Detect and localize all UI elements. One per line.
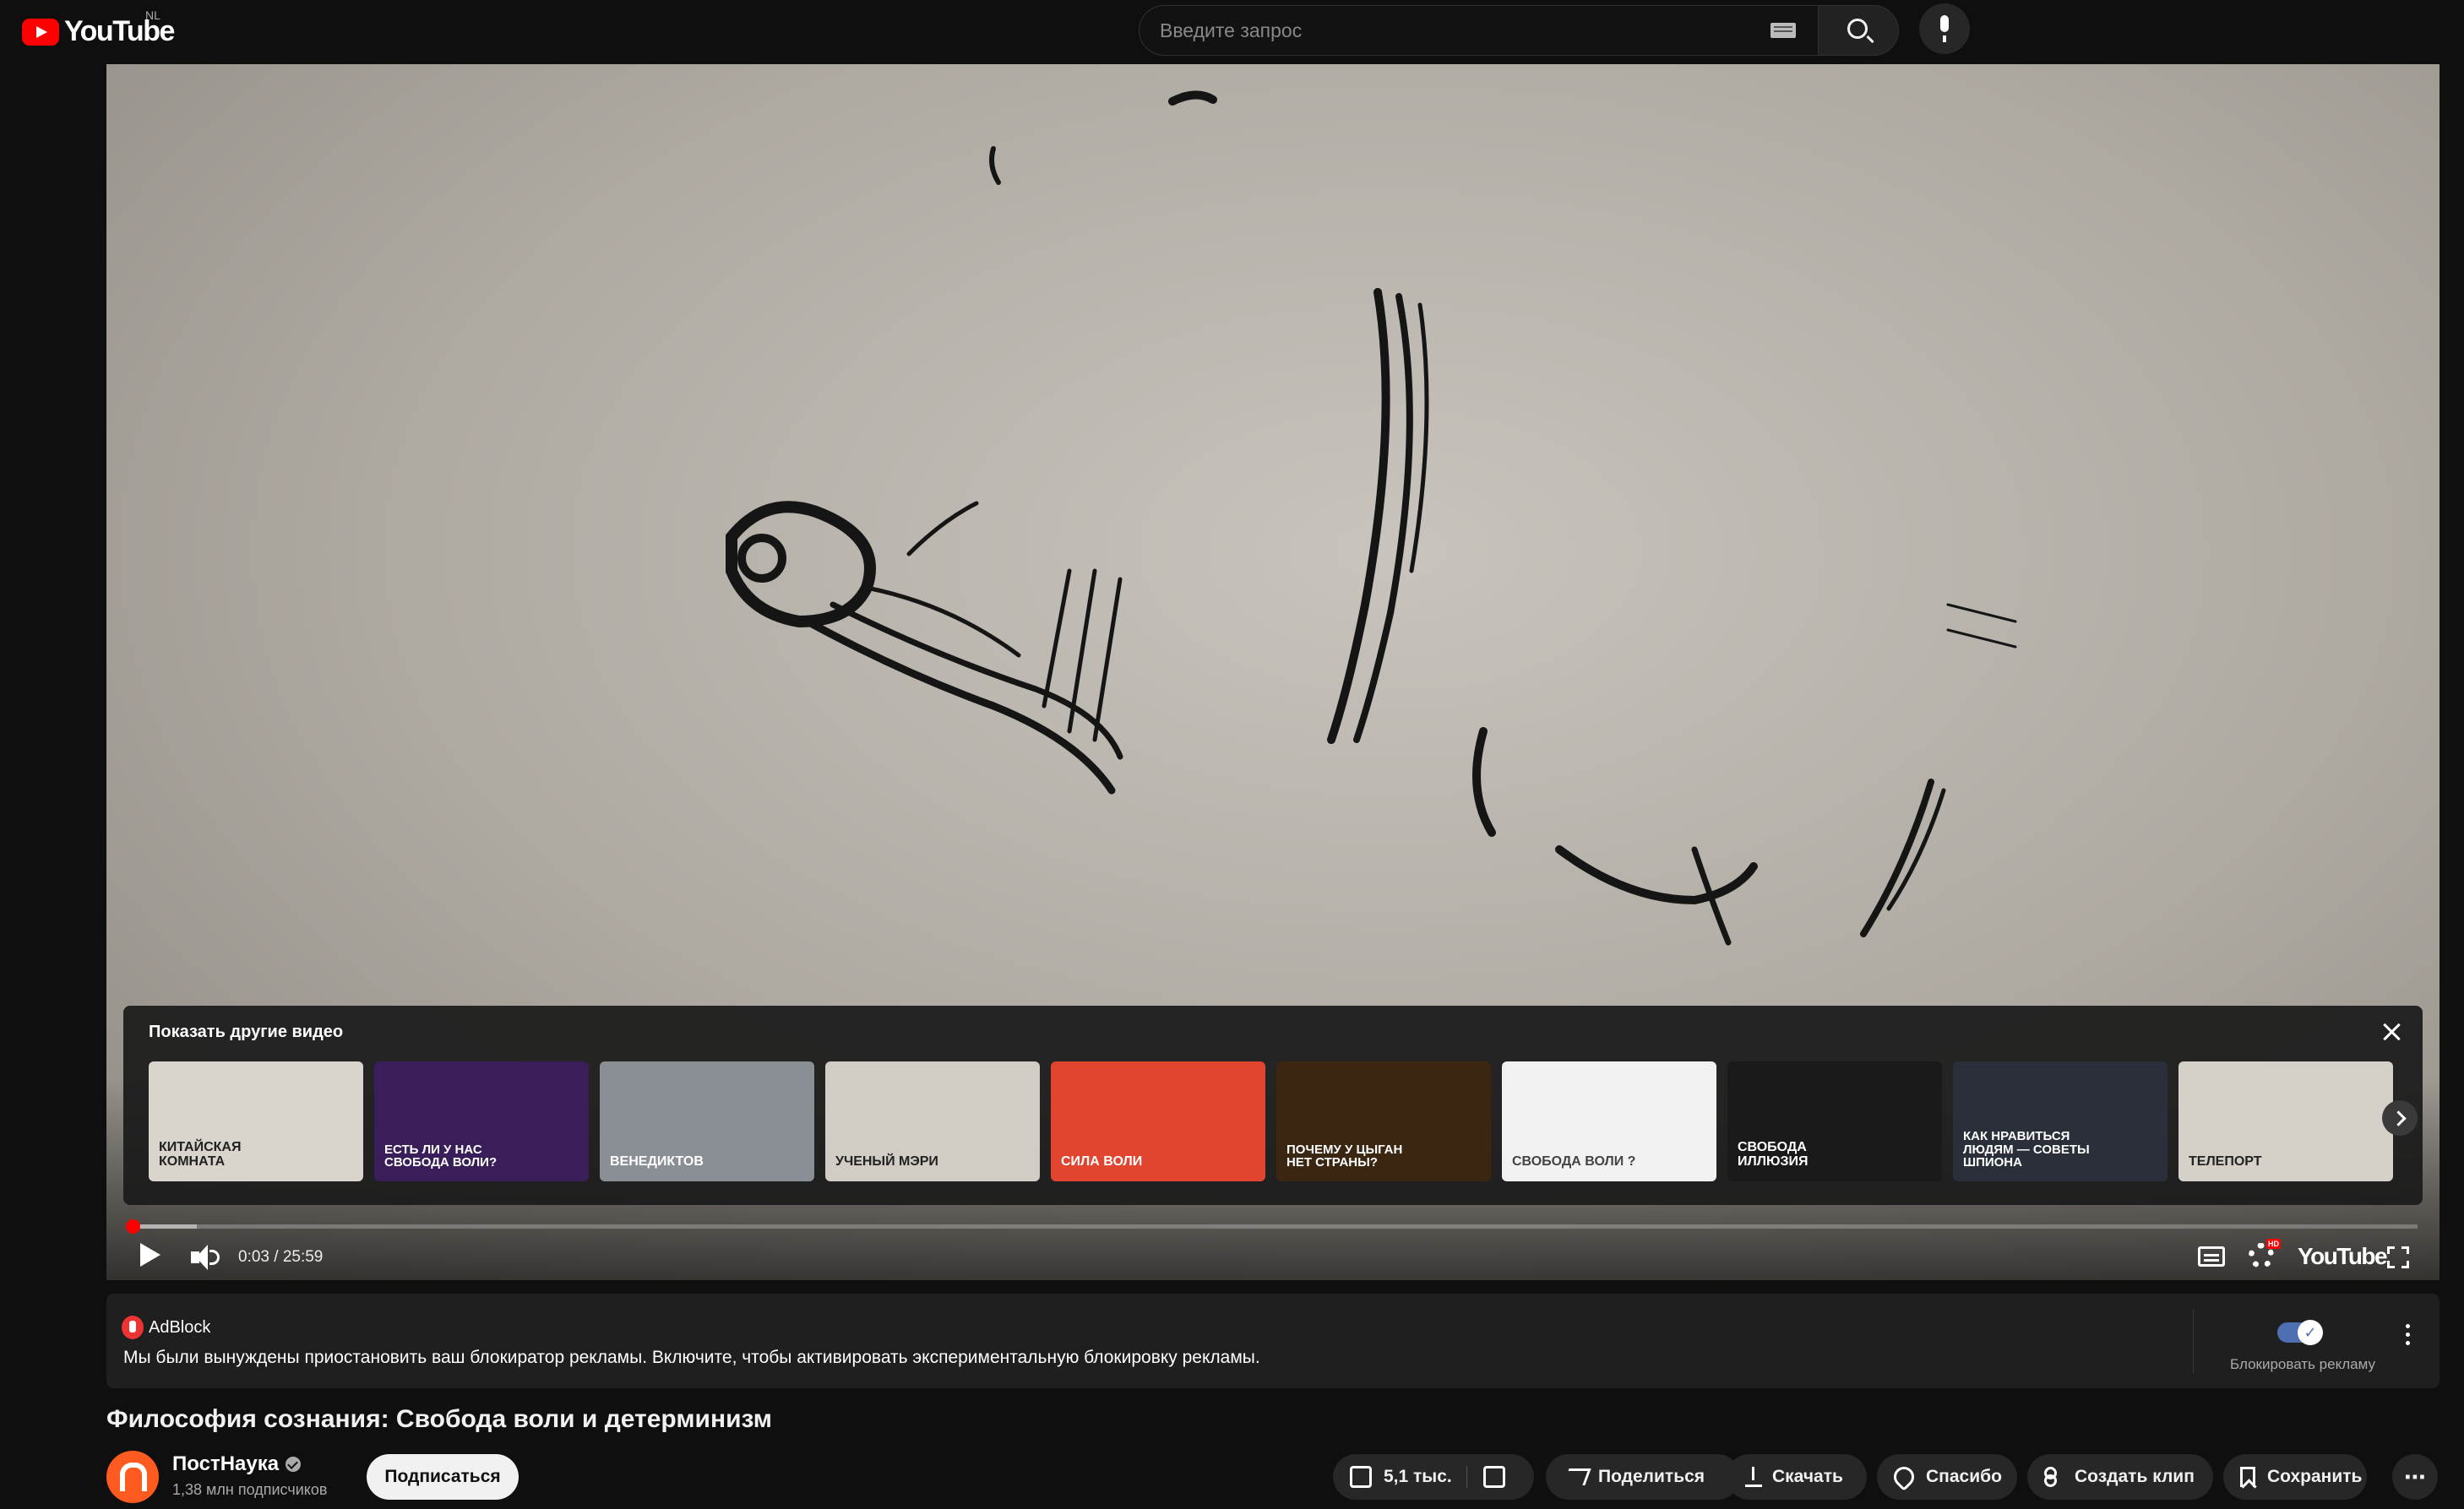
like-dislike-group: 5,1 тыс. [1333, 1454, 1534, 1500]
fullscreen-icon[interactable] [2387, 1246, 2409, 1268]
thumbs-up-icon[interactable] [1350, 1466, 1372, 1488]
video-title: Философия сознания: Свобода воли и детер… [106, 1405, 772, 1433]
block-ads-toggle[interactable] [2277, 1320, 2323, 1345]
clip-label: Создать клип [2075, 1467, 2195, 1486]
play-logo-icon [22, 18, 59, 46]
heart-dollar-icon [1890, 1463, 1918, 1491]
more-videos-list: Китайская комната Есть ли у нас свобода в… [149, 1061, 2396, 1181]
watch-on-youtube-button[interactable]: YouTube [2298, 1243, 2388, 1270]
chevron-right-icon[interactable] [2382, 1100, 2418, 1136]
like-count[interactable]: 5,1 тыс. [1384, 1467, 1452, 1487]
share-button[interactable]: Поделиться [1546, 1454, 1740, 1500]
adblock-name: AdBlock [149, 1317, 211, 1337]
play-icon[interactable] [140, 1243, 160, 1267]
thumbnail-text: Телепорт [2189, 1154, 2262, 1170]
search-icon [1847, 19, 1868, 39]
thanks-button[interactable]: Спасибо [1877, 1454, 2017, 1500]
more-video-thumbnail[interactable]: Венедиктов [600, 1061, 814, 1181]
more-video-thumbnail[interactable]: Есть ли у нас свобода воли? [374, 1061, 589, 1181]
scissors-icon [2044, 1467, 2064, 1487]
thumbnail-text: Сила воли [1061, 1154, 1143, 1170]
more-actions-button[interactable]: ⋯ [2392, 1454, 2438, 1500]
download-icon [1745, 1467, 1762, 1487]
share-icon [1563, 1468, 1591, 1485]
adblock-message: Мы были вынуждены приостановить ваш блок… [123, 1348, 1260, 1367]
video-player[interactable]: Показать другие видео Китайская комната Е… [106, 64, 2440, 1280]
more-video-thumbnail[interactable]: Ученый Мэри [825, 1061, 1040, 1181]
thumbnail-text: Есть ли у нас свобода воли? [384, 1142, 498, 1170]
more-video-thumbnail[interactable]: Свобода иллюзия [1727, 1061, 1942, 1181]
top-bar: YouTube NL [0, 0, 2464, 64]
video-frame-drawing [726, 90, 2017, 946]
share-label: Поделиться [1598, 1467, 1705, 1486]
search-input[interactable] [1160, 6, 1734, 55]
search-button[interactable] [1818, 5, 1899, 56]
thumbnail-text: Венедиктов [610, 1154, 704, 1170]
more-video-thumbnail[interactable]: Свобода воли ? [1502, 1061, 1716, 1181]
microphone-icon [1940, 15, 1949, 42]
thumbnail-text: Китайская комната [159, 1140, 242, 1170]
close-icon[interactable] [2380, 1021, 2402, 1043]
save-button[interactable]: Сохранить [2223, 1454, 2367, 1500]
thumbnail-text: Ученый Мэри [835, 1154, 938, 1170]
hd-badge: HD [2266, 1239, 2281, 1249]
more-video-thumbnail[interactable]: Китайская комната [149, 1061, 363, 1181]
create-clip-button[interactable]: Создать клип [2027, 1454, 2213, 1500]
thumbnail-text: Как нравиться людям — советы шпиона [1963, 1128, 2090, 1170]
region-code: NL [145, 8, 160, 22]
voice-search-button[interactable] [1919, 3, 1970, 54]
thumbs-down-icon[interactable] [1483, 1466, 1505, 1488]
more-video-thumbnail[interactable]: Почему у цыган нет страны? [1276, 1061, 1491, 1181]
block-ads-label: Блокировать рекламу [2230, 1356, 2375, 1372]
download-button[interactable]: Скачать [1727, 1454, 1867, 1500]
adblock-hand-icon [122, 1316, 144, 1339]
progress-bar[interactable] [126, 1219, 2418, 1234]
subtitles-icon[interactable] [2198, 1246, 2225, 1267]
more-vertical-icon[interactable] [2406, 1324, 2411, 1349]
keyboard-icon[interactable] [1770, 23, 1796, 38]
divider [2193, 1309, 2194, 1373]
volume-icon[interactable] [191, 1245, 223, 1270]
sound-wave-icon [209, 1250, 220, 1265]
like-separator [1466, 1466, 1467, 1488]
action-bar: 5,1 тыс. Поделиться Скачать Спасибо Созд… [0, 1454, 2464, 1500]
more-video-thumbnail[interactable]: Телепорт [2178, 1061, 2393, 1181]
bookmark-icon [2240, 1467, 2255, 1487]
more-horizontal-icon: ⋯ [2404, 1463, 2426, 1490]
speaker-icon [191, 1245, 208, 1270]
more-videos-panel: Показать другие видео Китайская комната Е… [123, 1006, 2423, 1205]
time-display: 0:03 / 25:59 [238, 1248, 324, 1266]
save-label: Сохранить [2267, 1467, 2363, 1486]
youtube-logo[interactable]: YouTube NL [22, 8, 175, 48]
player-controls: 0:03 / 25:59 HD YouTube [106, 1236, 2440, 1278]
adblock-banner: AdBlock Мы были вынуждены приостановить … [106, 1294, 2440, 1388]
download-label: Скачать [1772, 1467, 1843, 1486]
thumbnail-text: Почему у цыган нет страны? [1286, 1142, 1403, 1170]
more-video-thumbnail[interactable]: Как нравиться людям — советы шпиона [1953, 1061, 2168, 1181]
thumbnail-text: Свобода иллюзия [1738, 1140, 1809, 1170]
more-video-thumbnail[interactable]: Сила воли [1051, 1061, 1265, 1181]
search-box [1139, 5, 1818, 56]
more-videos-title: Показать другие видео [149, 1023, 344, 1041]
settings-gear-icon[interactable]: HD [2249, 1239, 2281, 1268]
adblock-logo: AdBlock [122, 1316, 210, 1339]
thanks-label: Спасибо [1926, 1467, 2002, 1486]
thumbnail-text: Свобода воли ? [1512, 1154, 1636, 1170]
